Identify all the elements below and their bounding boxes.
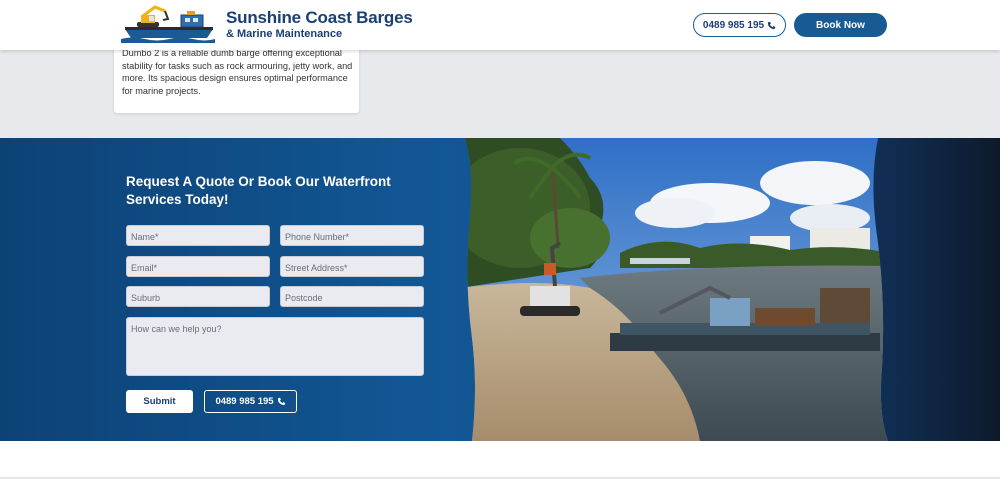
- barge-card-description: Dumbo 2 is a reliable dumb barge offerin…: [122, 48, 353, 97]
- street-address-field[interactable]: Street Address*: [280, 256, 424, 277]
- phone-icon: [767, 21, 776, 29]
- barge-worksite-photo: [465, 138, 888, 441]
- submit-button[interactable]: Submit: [126, 390, 193, 413]
- email-field[interactable]: Email*: [126, 256, 270, 277]
- header-phone-number: 0489 985 195: [702, 19, 765, 31]
- quote-section: Request A Quote Or Book Our Waterfront S…: [0, 138, 1000, 441]
- book-now-button[interactable]: Book Now: [794, 13, 887, 37]
- brand-name[interactable]: Sunshine Coast Barges: [226, 8, 413, 28]
- header-phone-button[interactable]: 0489 985 195: [693, 13, 786, 37]
- barge-excavator-logo-icon[interactable]: [121, 5, 215, 43]
- message-textarea[interactable]: How can we help you?: [126, 317, 424, 376]
- postcode-field[interactable]: Postcode: [280, 286, 424, 307]
- phone-field[interactable]: Phone Number*: [280, 225, 424, 246]
- site-header: Sunshine Coast Barges & Marine Maintenan…: [0, 0, 1000, 50]
- form-heading: Request A Quote Or Book Our Waterfront S…: [126, 174, 391, 207]
- brand-subtitle: & Marine Maintenance: [226, 28, 343, 40]
- name-field[interactable]: Name*: [126, 225, 270, 246]
- suburb-field[interactable]: Suburb: [126, 286, 270, 307]
- form-phone-button[interactable]: 0489 985 195: [204, 390, 297, 413]
- form-phone-number: 0489 985 195: [215, 396, 274, 407]
- phone-icon: [277, 397, 285, 406]
